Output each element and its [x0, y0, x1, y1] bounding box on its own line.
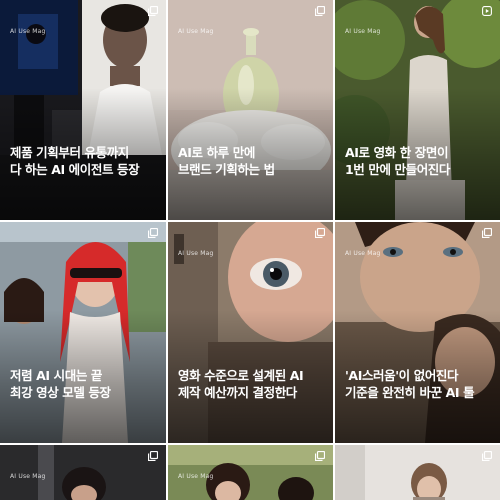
post-grid: AI Use Mag 제품 기획부터 유통까지 다 하는 AI 에이전트 등장 …	[0, 0, 500, 500]
post-tile[interactable]: AI Use Mag	[168, 445, 333, 500]
brand-watermark: AI Use Mag	[10, 28, 46, 35]
caption-line: 영화 수준으로 설계된 AI	[178, 368, 304, 383]
brand-watermark: AI Use Mag	[178, 250, 214, 257]
post-tile[interactable]: AI Use Mag	[0, 445, 166, 500]
caption-line: AI로 하루 만에	[178, 145, 255, 160]
carousel-icon	[315, 451, 325, 461]
post-caption: AI로 하루 만에 브랜드 기획하는 법	[178, 144, 325, 178]
caption-line: AI로 영화 한 장면이	[345, 145, 449, 160]
caption-line: 다 하는 AI 에이전트 등장	[10, 162, 140, 177]
caption-line: 1번 만에 만들어진다	[345, 162, 451, 177]
carousel-icon	[482, 228, 492, 238]
post-caption: AI로 영화 한 장면이 1번 만에 만들어진다	[345, 144, 492, 178]
brand-watermark: AI Use Mag	[10, 473, 46, 480]
post-caption: 영화 수준으로 설계된 AI 제작 예산까지 결정한다	[178, 367, 325, 401]
caption-line: 최강 영상 모델 등장	[10, 385, 111, 400]
post-caption: 제품 기획부터 유통까지 다 하는 AI 에이전트 등장	[10, 144, 158, 178]
post-tile[interactable]: AI Use Mag AI로 하루 만에 브랜드 기획하는 법	[168, 0, 333, 220]
brand-watermark: AI Use Mag	[345, 250, 381, 257]
carousel-icon	[482, 451, 492, 461]
post-tile[interactable]: AI Use Mag 영화 수준으로 설계된 AI 제작 예산까지 결정한다	[168, 222, 333, 443]
post-tile[interactable]: AI Use Mag AI로 영화 한 장면이 1번 만에 만들어진다	[335, 0, 500, 220]
post-caption: 저렴 AI 시대는 끝 최강 영상 모델 등장	[10, 367, 158, 401]
reel-icon	[482, 6, 492, 16]
brand-watermark: AI Use Mag	[178, 473, 214, 480]
caption-line: 브랜드 기획하는 법	[178, 162, 275, 177]
carousel-icon	[148, 6, 158, 16]
caption-line: 기준을 완전히 바꾼 AI 툴	[345, 385, 475, 400]
carousel-icon	[148, 228, 158, 238]
brand-watermark: AI Use Mag	[178, 28, 214, 35]
caption-line: 제작 예산까지 결정한다	[178, 385, 297, 400]
caption-line: 제품 기획부터 유통까지	[10, 145, 129, 160]
carousel-icon	[148, 451, 158, 461]
brand-watermark: AI Use Mag	[345, 28, 381, 35]
post-caption: 'AI스러움'이 없어진다 기준을 완전히 바꾼 AI 툴	[345, 367, 492, 401]
post-tile[interactable]: AI Use Mag 'AI스러움'이 없어진다 기준을 완전히 바꾼 AI 툴	[335, 222, 500, 443]
caption-line: 'AI스러움'이 없어진다	[345, 368, 459, 383]
post-thumbnail	[335, 445, 500, 500]
caption-line: 저렴 AI 시대는 끝	[10, 368, 102, 383]
post-tile[interactable]: 저렴 AI 시대는 끝 최강 영상 모델 등장	[0, 222, 166, 443]
carousel-icon	[315, 6, 325, 16]
carousel-icon	[315, 228, 325, 238]
post-tile[interactable]	[335, 445, 500, 500]
post-tile[interactable]: AI Use Mag 제품 기획부터 유통까지 다 하는 AI 에이전트 등장	[0, 0, 166, 220]
